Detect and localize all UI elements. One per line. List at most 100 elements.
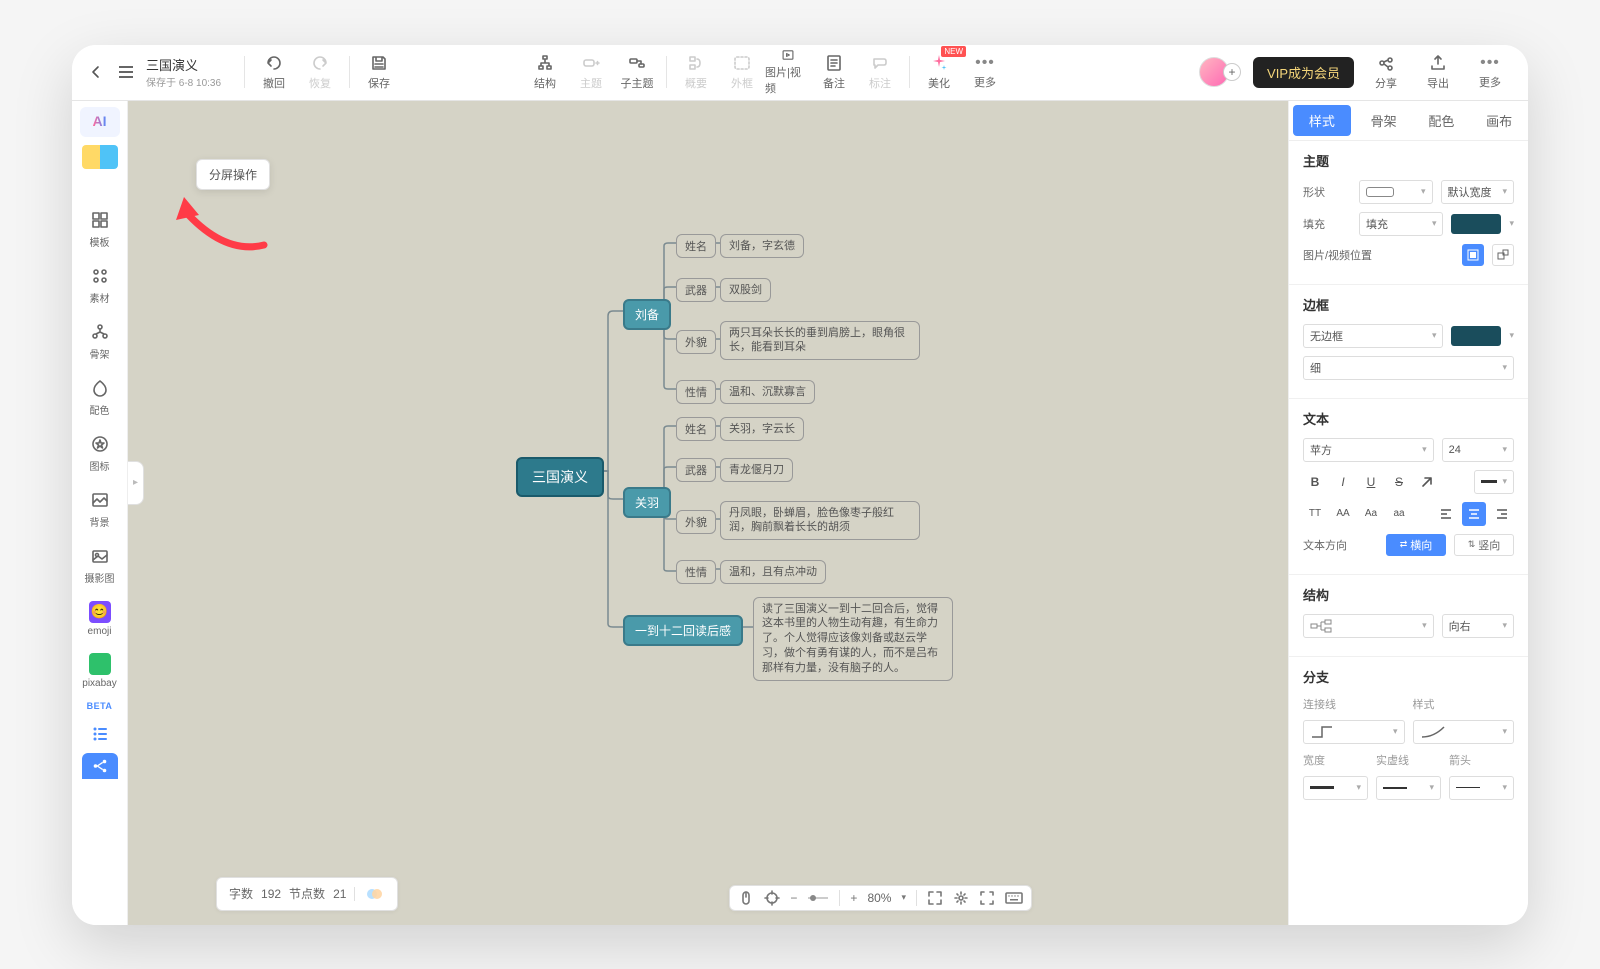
branch-connect-select[interactable]: ▾ (1303, 720, 1405, 744)
zoom-value[interactable]: 80% (867, 891, 891, 905)
text-horizontal-button[interactable]: ⇄横向 (1386, 534, 1446, 556)
structure-direction-select[interactable]: 向右▾ (1442, 614, 1514, 638)
shape-select[interactable]: ▾ (1359, 180, 1433, 204)
sidebar-item-emoji[interactable]: 😊 emoji (78, 597, 122, 641)
align-center-button[interactable] (1462, 502, 1486, 526)
branch-dash-select[interactable]: ▾ (1376, 776, 1441, 800)
split-screen-button[interactable] (82, 145, 118, 169)
liubei-temper-label[interactable]: 性情 (676, 380, 716, 404)
liubei-weapon-label[interactable]: 武器 (676, 278, 716, 302)
liubei-look-label[interactable]: 外貌 (676, 330, 716, 354)
border-color-picker[interactable] (1451, 326, 1501, 346)
fullscreen-icon[interactable] (979, 890, 995, 906)
branch-style-select[interactable]: ▾ (1413, 720, 1515, 744)
guanyu-name-val[interactable]: 关羽，字云长 (720, 417, 804, 442)
fit-screen-icon[interactable] (927, 890, 943, 906)
add-collaborator[interactable]: + (1223, 63, 1241, 81)
case-tt-button[interactable]: TT (1303, 502, 1327, 526)
slider-icon[interactable] (807, 892, 829, 904)
font-select[interactable]: 苹方▾ (1303, 438, 1434, 462)
share-button[interactable]: 分享 (1366, 48, 1406, 96)
guanyu-weapon-label[interactable]: 武器 (676, 458, 716, 482)
text-color-select[interactable]: ▾ (1474, 470, 1515, 494)
zoom-in-icon[interactable]: + (850, 891, 857, 905)
liubei-weapon-val[interactable]: 双股剑 (720, 278, 771, 303)
tab-skeleton[interactable]: 骨架 (1355, 101, 1413, 140)
italic-button[interactable]: I (1331, 470, 1355, 494)
sidebar-item-color[interactable]: 配色 (78, 373, 122, 421)
sidebar-item-pixabay[interactable]: pixabay (78, 649, 122, 693)
sidebar-item-icon[interactable]: 图标 (78, 429, 122, 477)
label-button[interactable]: 标注 (857, 48, 903, 96)
tab-style[interactable]: 样式 (1293, 105, 1351, 136)
guanyu-temper-label[interactable]: 性情 (676, 560, 716, 584)
media-pos-outside[interactable] (1492, 244, 1514, 266)
structure-layout-select[interactable]: ▾ (1303, 614, 1434, 638)
border-style-select[interactable]: 无边框▾ (1303, 324, 1443, 348)
text-vertical-button[interactable]: ⇅竖向 (1454, 534, 1514, 556)
sidebar-item-connect[interactable] (82, 753, 118, 779)
undo-button[interactable]: 撤回 (251, 48, 297, 96)
more-button-right[interactable]: ••• 更多 (1470, 48, 1510, 96)
settings-icon[interactable] (953, 890, 969, 906)
redo-button[interactable]: 恢复 (297, 48, 343, 96)
vip-button[interactable]: VIP成为会员 (1253, 57, 1354, 88)
width-select[interactable]: 默认宽度▾ (1441, 180, 1515, 204)
structure-button[interactable]: 结构 (522, 48, 568, 96)
note-button[interactable]: 备注 (811, 48, 857, 96)
guanyu-look-label[interactable]: 外貌 (676, 510, 716, 534)
font-size-select[interactable]: 24▾ (1442, 438, 1514, 462)
guanyu-weapon-val[interactable]: 青龙偃月刀 (720, 458, 793, 483)
tab-color[interactable]: 配色 (1413, 101, 1471, 140)
summary-button[interactable]: 概要 (673, 48, 719, 96)
align-right-button[interactable] (1490, 502, 1514, 526)
topic-button[interactable]: 主题 (568, 48, 614, 96)
sidebar-item-background[interactable]: 背景 (78, 485, 122, 533)
collab-icon[interactable] (363, 883, 385, 905)
branch-arrow-select[interactable]: ▾ (1449, 776, 1514, 800)
subtopic-button[interactable]: 子主题 (614, 48, 660, 96)
ai-button[interactable]: AI (80, 107, 120, 137)
case-aa-title-button[interactable]: Aa (1359, 502, 1383, 526)
bold-button[interactable]: B (1303, 470, 1327, 494)
liubei-temper-val[interactable]: 温和、沉默寡言 (720, 380, 815, 405)
underline-button[interactable]: U (1359, 470, 1383, 494)
align-left-button[interactable] (1434, 502, 1458, 526)
review-val[interactable]: 读了三国演义一到十二回合后，觉得这本书里的人物生动有趣，有生命力了。个人觉得应该… (753, 597, 953, 681)
beautify-button[interactable]: NEW 美化 (916, 48, 962, 96)
strike-button[interactable]: S (1387, 470, 1411, 494)
more-button[interactable]: ••• 更多 (962, 48, 1008, 96)
tab-canvas[interactable]: 画布 (1470, 101, 1528, 140)
frame-button[interactable]: 外框 (719, 48, 765, 96)
liubei-look-val[interactable]: 两只耳朵长长的垂到肩膀上，眼角很长，能看到耳朵 (720, 321, 920, 361)
mouse-mode-icon[interactable] (738, 890, 754, 906)
sidebar-item-template[interactable]: 模板 (78, 205, 122, 253)
media-pos-inside[interactable] (1462, 244, 1484, 266)
canvas[interactable]: 分屏操作 三国演义 刘备 姓名 刘备 (128, 101, 1288, 925)
sidebar-item-outline[interactable] (78, 719, 122, 749)
branch-width-select[interactable]: ▾ (1303, 776, 1368, 800)
user-avatar[interactable]: + (1199, 57, 1241, 87)
liubei-name-label[interactable]: 姓名 (676, 234, 716, 258)
liubei-name-val[interactable]: 刘备，字玄德 (720, 234, 804, 259)
guanyu-look-val[interactable]: 丹凤眼，卧蝉眉，脸色像枣子般红润，胸前飘着长长的胡须 (720, 501, 920, 541)
hamburger-menu[interactable] (112, 58, 140, 86)
save-button[interactable]: 保存 (356, 48, 402, 96)
target-icon[interactable] (764, 890, 780, 906)
branch-review[interactable]: 一到十二回读后感 (623, 615, 743, 646)
mindmap-root[interactable]: 三国演义 (516, 457, 604, 497)
border-width-select[interactable]: 细▾ (1303, 356, 1514, 380)
sidebar-item-skeleton[interactable]: 骨架 (78, 317, 122, 365)
export-button[interactable]: 导出 (1418, 48, 1458, 96)
sidebar-item-material[interactable]: 素材 (78, 261, 122, 309)
guanyu-name-label[interactable]: 姓名 (676, 417, 716, 441)
fill-mode-select[interactable]: 填充▾ (1359, 212, 1443, 236)
keyboard-icon[interactable] (1005, 891, 1023, 905)
branch-liubei[interactable]: 刘备 (623, 299, 671, 330)
branch-guanyu[interactable]: 关羽 (623, 487, 671, 518)
case-aa-upper-button[interactable]: AA (1331, 502, 1355, 526)
media-button[interactable]: 图片|视频 (765, 48, 811, 96)
zoom-out-icon[interactable]: − (790, 891, 797, 905)
case-aa-lower-button[interactable]: aa (1387, 502, 1411, 526)
guanyu-temper-val[interactable]: 温和，且有点冲动 (720, 560, 826, 585)
